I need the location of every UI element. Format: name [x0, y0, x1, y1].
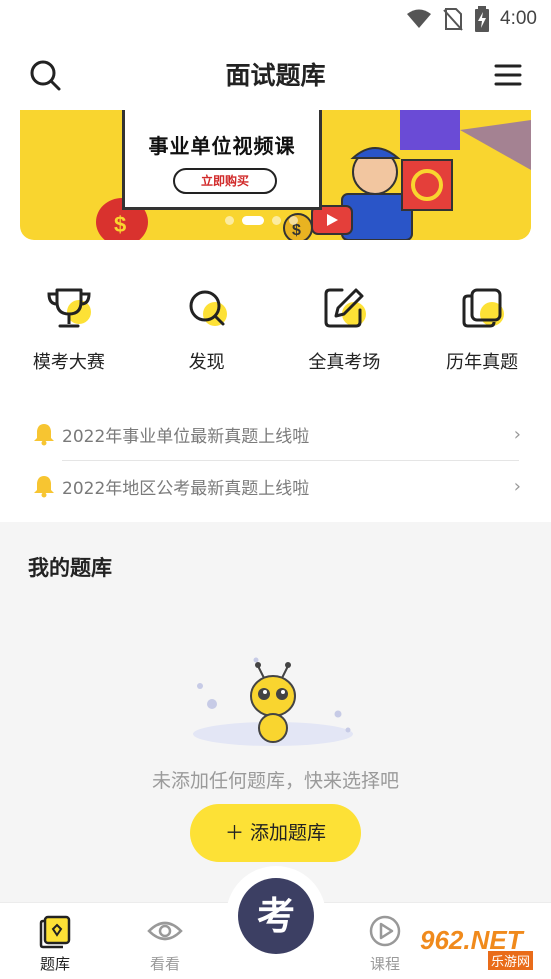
- eye-icon: [147, 921, 183, 941]
- svg-text:$: $: [114, 212, 126, 237]
- quick-entry-grid: 模考大赛 发现 全真考场 历年真题: [0, 282, 551, 382]
- carousel-dot: [225, 216, 234, 225]
- my-question-bank: 我的题库 未添加任何题库，快来选择吧 ＋ 添加题库: [0, 522, 551, 902]
- buy-now-button[interactable]: 立即购买: [173, 168, 277, 194]
- entry-label: 发现: [188, 352, 225, 373]
- notice-text: 2022年地区公考最新真题上线啦: [62, 479, 310, 499]
- nav-label: 看看: [149, 955, 180, 973]
- watermark-subtitle: 乐游网: [488, 951, 534, 970]
- notice-item[interactable]: 2022年事业单位最新真题上线啦 ›: [0, 408, 551, 461]
- app-header: 面试题库: [0, 38, 551, 110]
- empty-bee-illustration: [193, 657, 353, 746]
- battery-charging-icon: [475, 6, 490, 32]
- chevron-right-icon: ›: [513, 476, 521, 497]
- entry-past-papers[interactable]: 历年真题: [413, 282, 551, 382]
- notice-item[interactable]: 2022年地区公考最新真题上线啦 ›: [0, 460, 551, 512]
- entry-mock-contest[interactable]: 模考大赛: [0, 282, 138, 382]
- promo-banner[interactable]: $ $ 事业单位视频课 立即购买: [20, 110, 531, 240]
- notice-text: 2022年事业单位最新真题上线啦: [62, 427, 310, 447]
- carousel-dot-active: [242, 216, 264, 225]
- question-bank-icon: [39, 915, 71, 949]
- carousel-dot: [272, 216, 281, 225]
- bell-icon: [34, 476, 54, 498]
- site-watermark: 962.NET 乐游网: [412, 925, 545, 973]
- play-circle-icon: [369, 915, 401, 947]
- entry-discover[interactable]: 发现: [138, 282, 276, 382]
- entry-label: 模考大赛: [32, 352, 105, 373]
- bell-icon: [34, 424, 54, 446]
- no-sim-icon: [443, 8, 463, 31]
- section-title: 我的题库: [28, 556, 112, 580]
- discover-search-icon: [189, 290, 227, 326]
- entry-label: 历年真题: [446, 352, 519, 373]
- nav-tab-question-bank[interactable]: 题库: [10, 903, 100, 979]
- exam-center-label: 考: [238, 878, 314, 954]
- trophy-icon: [47, 288, 91, 328]
- banner-headline: 事业单位视频课: [148, 134, 296, 158]
- nav-tab-watch[interactable]: 看看: [120, 903, 210, 979]
- copy-pages-icon: [462, 288, 505, 328]
- status-time: 4:00: [500, 8, 537, 29]
- banner-board: 事业单位视频课 立即购买: [122, 110, 322, 210]
- carousel-dot: [289, 216, 298, 225]
- add-question-bank-button[interactable]: ＋ 添加题库: [190, 804, 361, 862]
- page-title: 面试题库: [225, 61, 326, 90]
- exam-center-button[interactable]: 考: [226, 866, 326, 966]
- nav-label: 题库: [39, 955, 70, 973]
- empty-state-text: 未添加任何题库，快来选择吧: [151, 770, 399, 792]
- status-bar: 4:00: [0, 0, 551, 38]
- entry-label: 全真考场: [308, 352, 381, 373]
- carousel-indicator: [225, 216, 298, 225]
- entry-full-exam[interactable]: 全真考场: [276, 282, 414, 382]
- menu-icon[interactable]: [493, 60, 523, 90]
- chevron-right-icon: ›: [513, 424, 521, 445]
- edit-pen-icon: [324, 288, 367, 328]
- wifi-icon: [407, 9, 432, 28]
- notice-list: 2022年事业单位最新真题上线啦 › 2022年地区公考最新真题上线啦 ›: [0, 408, 551, 512]
